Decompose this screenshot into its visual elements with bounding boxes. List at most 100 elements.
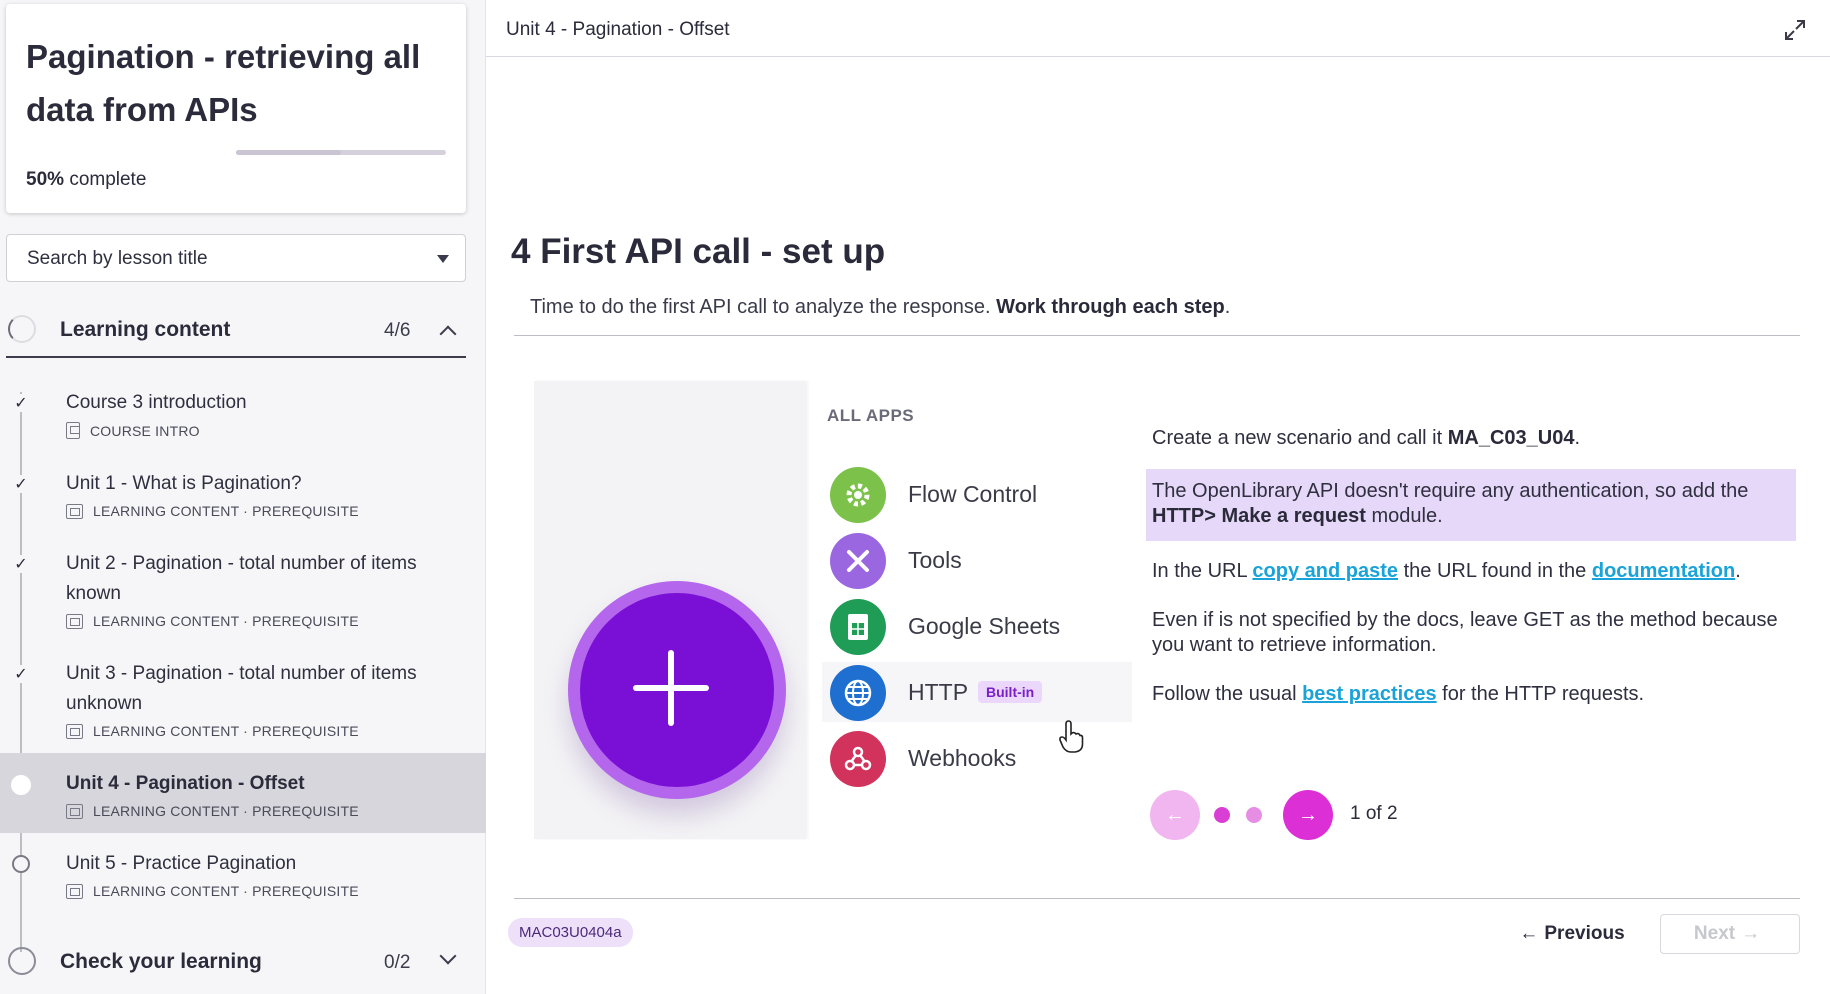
empty-circle-icon: [8, 947, 36, 975]
carousel-controls: ← → 1 of 2: [1150, 788, 1450, 842]
next-label: Next: [1693, 923, 1736, 944]
progress-bar-fill: [236, 150, 341, 155]
app-name: Flow Control: [908, 481, 1038, 507]
chevron-up-icon[interactable]: [439, 325, 457, 343]
lesson-search-select[interactable]: Search by lesson title: [6, 234, 466, 282]
lesson-meta-text: LEARNING CONTENT · PREREQUISITE: [93, 503, 359, 519]
carousel-dot-1[interactable]: [1214, 807, 1230, 823]
intro-plain: Time to do the first API call to analyze…: [530, 296, 997, 318]
previous-button[interactable]: ← Previous: [1514, 912, 1624, 956]
app-tools: Tools: [822, 530, 1132, 590]
sidebar: Pagination - retrieving all data from AP…: [0, 0, 486, 994]
progress-percent: 50%: [26, 169, 65, 190]
steps-panel: Create a new scenario and call it MA_C03…: [1146, 420, 1796, 725]
step-text: Create a new scenario and call it: [1152, 427, 1448, 449]
carousel-dot-2[interactable]: [1246, 807, 1262, 823]
plus-icon: [568, 581, 786, 799]
next-button[interactable]: Next →: [1660, 914, 1800, 954]
lesson-meta-text: COURSE INTRO: [90, 422, 200, 439]
app-webhooks: Webhooks: [822, 728, 1132, 788]
progress-text: 50% complete: [26, 169, 146, 191]
step-text: for the HTTP requests.: [1436, 683, 1645, 705]
lesson-item[interactable]: Unit 5 - Practice Pagination LEARNING CO…: [0, 833, 486, 913]
section-learning-content[interactable]: Learning content 4/6: [6, 302, 466, 358]
copy-and-paste-link[interactable]: copy and paste: [1252, 560, 1398, 582]
section-label: Learning content: [60, 318, 231, 341]
step-text: Even if is not specified by the docs, le…: [1152, 609, 1524, 631]
lesson-list: ✓ Course 3 introduction COURSE INTRO ✓ U…: [0, 372, 486, 952]
app-name: Tools: [908, 547, 962, 573]
check-icon: ✓: [12, 394, 30, 412]
lesson-topbar: Unit 4 - Pagination - Offset: [486, 0, 1830, 57]
lesson-meta-text: LEARNING CONTENT · PREREQUISITE: [93, 883, 359, 899]
lesson-item[interactable]: ✓ Unit 3 - Pagination - total number of …: [0, 643, 486, 753]
lesson-meta: LEARNING CONTENT · PREREQUISITE: [66, 503, 446, 519]
app-name: Webhooks: [908, 745, 1017, 771]
carousel-next-button[interactable]: →: [1283, 790, 1333, 840]
sheets-icon: [830, 599, 886, 655]
lesson-meta: COURSE INTRO: [66, 422, 446, 439]
best-practices-link[interactable]: best practices: [1302, 683, 1437, 705]
section-label: Check your learning: [60, 950, 262, 973]
current-dot-icon: [11, 775, 31, 795]
check-icon: ✓: [12, 475, 30, 493]
arrow-right-icon: →: [1298, 803, 1318, 826]
lesson-item[interactable]: ✓ Course 3 introduction COURSE INTRO: [0, 372, 486, 453]
lesson-item[interactable]: ✓ Unit 1 - What is Pagination? LEARNING …: [0, 453, 486, 533]
all-apps-header: ALL APPS: [827, 406, 915, 425]
app-name: HTTP: [908, 679, 969, 705]
lesson-meta-text: LEARNING CONTENT · PREREQUISITE: [93, 803, 359, 819]
method-code: GET: [1523, 609, 1565, 631]
hand-cursor-icon: [1059, 720, 1084, 753]
progress-bar: [236, 150, 446, 155]
lesson-meta-text: LEARNING CONTENT · PREREQUISITE: [93, 723, 359, 739]
section-check-your-learning[interactable]: Check your learning 0/2: [0, 934, 466, 990]
step-text: .: [1735, 560, 1741, 582]
previous-label: Previous: [1544, 923, 1625, 944]
lesson-meta: LEARNING CONTENT · PREREQUISITE: [66, 613, 446, 629]
content-icon: [66, 613, 83, 629]
expand-icon[interactable]: [1784, 19, 1806, 41]
chevron-down-icon[interactable]: [439, 947, 457, 965]
content-icon: [66, 803, 83, 819]
carousel-counter: 1 of 2: [1350, 803, 1398, 824]
lesson-meta-text: LEARNING CONTENT · PREREQUISITE: [93, 613, 359, 629]
tools-icon: [830, 533, 886, 589]
app-google-sheets: Google Sheets: [822, 596, 1132, 656]
webhook-icon: [830, 731, 886, 787]
step-3: In the URL copy and paste the URL found …: [1146, 553, 1796, 590]
step-text: module.: [1365, 505, 1443, 527]
lesson-title: Unit 1 - What is Pagination?: [66, 473, 302, 494]
content-icon: [66, 723, 83, 739]
step-text: In the URL: [1152, 560, 1253, 582]
empty-circle-icon: [12, 855, 30, 873]
check-icon: ✓: [12, 555, 30, 573]
step-text: Follow the usual: [1152, 683, 1303, 705]
arrow-left-icon: ←: [1165, 803, 1185, 826]
content-icon: [66, 883, 83, 899]
lesson-item-current[interactable]: Unit 4 - Pagination - Offset LEARNING CO…: [0, 753, 486, 833]
breadcrumb: Unit 4 - Pagination - Offset: [506, 19, 730, 40]
step-4: Even if is not specified by the docs, le…: [1146, 602, 1796, 664]
document-icon: [66, 422, 80, 439]
step-5: Follow the usual best practices for the …: [1146, 676, 1796, 713]
step-text: .: [1574, 427, 1581, 449]
step-text: the URL found in the: [1398, 560, 1592, 582]
lesson-item[interactable]: ✓ Unit 2 - Pagination - total number of …: [0, 533, 486, 643]
app-flow-control: Flow Control: [822, 464, 1132, 524]
page-title: 4 First API call - set up: [511, 232, 886, 271]
lesson-meta: LEARNING CONTENT · PREREQUISITE: [66, 723, 446, 739]
app-http: HTTP Built-in: [822, 662, 1132, 722]
carousel-prev-button[interactable]: ←: [1150, 790, 1200, 840]
intro-text: Time to do the first API call to analyze…: [530, 296, 1230, 319]
lesson-title: Unit 5 - Practice Pagination: [66, 853, 297, 874]
caret-down-icon: [437, 255, 449, 263]
documentation-link[interactable]: documentation: [1592, 560, 1735, 582]
gear-icon: [830, 467, 886, 523]
section-count: 0/2: [384, 952, 411, 973]
lesson-title: Unit 2 - Pagination - total number of it…: [66, 553, 417, 604]
arrow-right-icon: →: [1741, 923, 1761, 944]
search-placeholder: Search by lesson title: [27, 248, 208, 269]
scenario-name: MA_C03_U04: [1447, 427, 1575, 449]
figure-left-panel: [534, 381, 806, 839]
